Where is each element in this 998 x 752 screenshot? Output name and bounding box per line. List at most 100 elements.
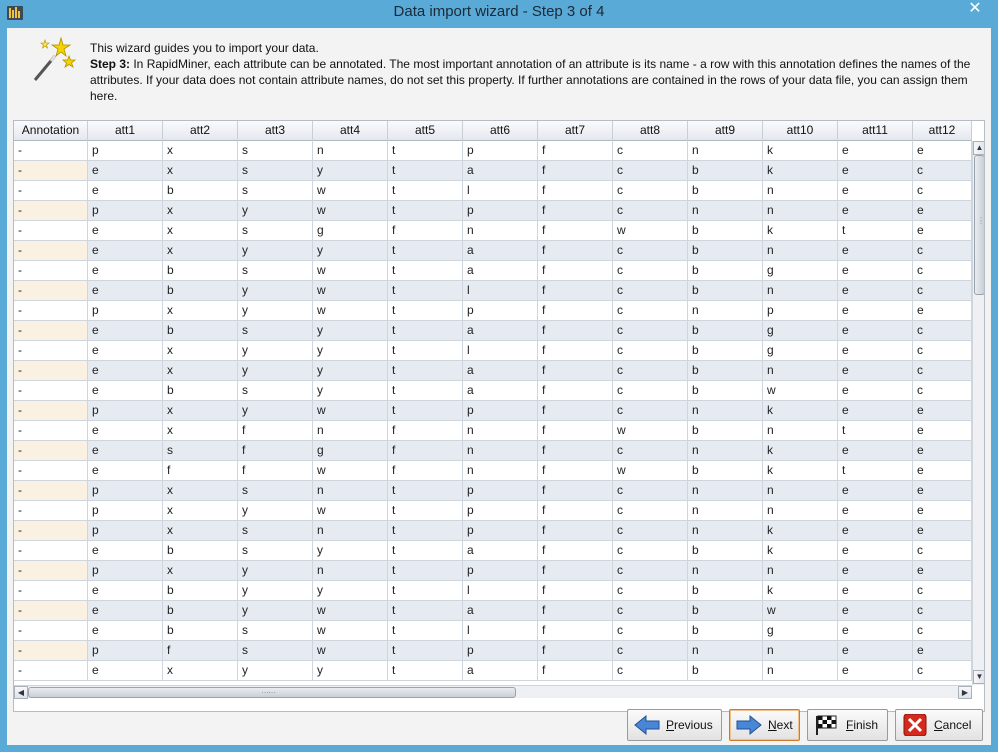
annotation-cell[interactable]: -	[14, 541, 88, 560]
table-cell: t	[388, 161, 463, 180]
column-header-annotation[interactable]: Annotation	[14, 121, 88, 141]
annotation-cell[interactable]: -	[14, 521, 88, 540]
annotation-cell[interactable]: -	[14, 361, 88, 380]
table-cell: w	[313, 501, 388, 520]
table-cell: b	[688, 661, 763, 680]
table-cell: e	[838, 201, 913, 220]
checkered-flag-icon	[816, 715, 837, 735]
annotation-cell[interactable]: -	[14, 481, 88, 500]
vertical-scroll-thumb[interactable]: ⋮⋮	[974, 155, 984, 295]
table-cell: c	[613, 621, 688, 640]
table-cell: p	[88, 501, 163, 520]
table-cell: n	[463, 441, 538, 460]
window-title: Data import wizard - Step 3 of 4	[393, 3, 605, 20]
table-cell: c	[613, 141, 688, 160]
scroll-down-icon[interactable]: ▼	[973, 670, 984, 684]
table-cell: b	[688, 281, 763, 300]
table-cell: p	[463, 481, 538, 500]
close-icon[interactable]: ✕	[960, 0, 990, 20]
annotation-cell[interactable]: -	[14, 381, 88, 400]
table-cell: s	[163, 441, 238, 460]
annotation-cell[interactable]: -	[14, 581, 88, 600]
table-cell: e	[88, 461, 163, 480]
table-cell: w	[613, 221, 688, 240]
table-cell: b	[688, 621, 763, 640]
annotation-cell[interactable]: -	[14, 621, 88, 640]
intro-line: This wizard guides you to import your da…	[90, 41, 319, 55]
horizontal-scroll-thumb[interactable]: ⋯⋯	[28, 687, 516, 698]
table-cell: n	[688, 641, 763, 660]
table-row: -ebswtlfcbnec	[14, 181, 972, 201]
table-cell: b	[163, 621, 238, 640]
table-cell: f	[538, 321, 613, 340]
annotation-cell[interactable]: -	[14, 421, 88, 440]
annotation-cell[interactable]: -	[14, 661, 88, 680]
annotation-cell[interactable]: -	[14, 181, 88, 200]
annotation-cell[interactable]: -	[14, 601, 88, 620]
annotation-cell[interactable]: -	[14, 401, 88, 420]
table-cell: t	[388, 641, 463, 660]
column-header-att4[interactable]: att4	[313, 121, 388, 141]
finish-button[interactable]: Finish	[807, 709, 888, 741]
table-cell: c	[913, 321, 972, 340]
table-cell: t	[388, 241, 463, 260]
annotation-cell[interactable]: -	[14, 221, 88, 240]
table-cell: f	[238, 461, 313, 480]
column-header-att9[interactable]: att9	[688, 121, 763, 141]
annotation-cell[interactable]: -	[14, 241, 88, 260]
column-header-att6[interactable]: att6	[463, 121, 538, 141]
table-cell: y	[313, 241, 388, 260]
table-cell: l	[463, 581, 538, 600]
annotation-cell[interactable]: -	[14, 461, 88, 480]
annotation-cell[interactable]: -	[14, 201, 88, 220]
column-header-att8[interactable]: att8	[613, 121, 688, 141]
table-cell: e	[88, 241, 163, 260]
annotation-cell[interactable]: -	[14, 301, 88, 320]
annotation-cell[interactable]: -	[14, 441, 88, 460]
table-cell: k	[763, 521, 838, 540]
next-button[interactable]: Next	[729, 709, 800, 741]
table-cell: t	[388, 281, 463, 300]
annotation-cell[interactable]: -	[14, 501, 88, 520]
table-row: -exsgfnfwbkte	[14, 221, 972, 241]
table-cell: w	[613, 461, 688, 480]
table-cell: f	[238, 441, 313, 460]
annotation-cell[interactable]: -	[14, 641, 88, 660]
horizontal-scrollbar[interactable]: ◀ ⋯⋯ ▶	[14, 685, 972, 699]
column-header-att7[interactable]: att7	[538, 121, 613, 141]
annotation-cell[interactable]: -	[14, 281, 88, 300]
table-cell: p	[88, 481, 163, 500]
annotation-cell[interactable]: -	[14, 261, 88, 280]
table-cell: e	[913, 201, 972, 220]
table-cell: g	[763, 621, 838, 640]
previous-button[interactable]: Previous	[627, 709, 722, 741]
scroll-left-icon[interactable]: ◀	[14, 686, 28, 699]
column-header-att11[interactable]: att11	[838, 121, 913, 141]
column-header-att10[interactable]: att10	[763, 121, 838, 141]
table-cell: n	[313, 421, 388, 440]
annotation-cell[interactable]: -	[14, 161, 88, 180]
cancel-button[interactable]: Cancel	[895, 709, 983, 741]
scroll-up-icon[interactable]: ▲	[973, 141, 984, 155]
column-header-att3[interactable]: att3	[238, 121, 313, 141]
annotation-cell[interactable]: -	[14, 561, 88, 580]
table-cell: e	[88, 421, 163, 440]
table-cell: e	[88, 601, 163, 620]
table-cell: b	[688, 421, 763, 440]
vertical-scrollbar[interactable]: ▲ ⋮⋮ ▼	[972, 141, 984, 685]
table-cell: f	[538, 641, 613, 660]
table-cell: n	[763, 501, 838, 520]
column-header-att5[interactable]: att5	[388, 121, 463, 141]
table-cell: f	[538, 581, 613, 600]
annotation-cell[interactable]: -	[14, 341, 88, 360]
column-header-att12[interactable]: att12	[913, 121, 972, 141]
table-cell: b	[688, 181, 763, 200]
table-cell: f	[538, 621, 613, 640]
annotation-cell[interactable]: -	[14, 141, 88, 160]
column-header-att1[interactable]: att1	[88, 121, 163, 141]
table-cell: e	[88, 361, 163, 380]
annotation-table[interactable]: Annotation att1 att2 att3 att4 att5 att6 att7 at…	[13, 120, 985, 712]
column-header-att2[interactable]: att2	[163, 121, 238, 141]
annotation-cell[interactable]: -	[14, 321, 88, 340]
scroll-right-icon[interactable]: ▶	[958, 686, 972, 699]
